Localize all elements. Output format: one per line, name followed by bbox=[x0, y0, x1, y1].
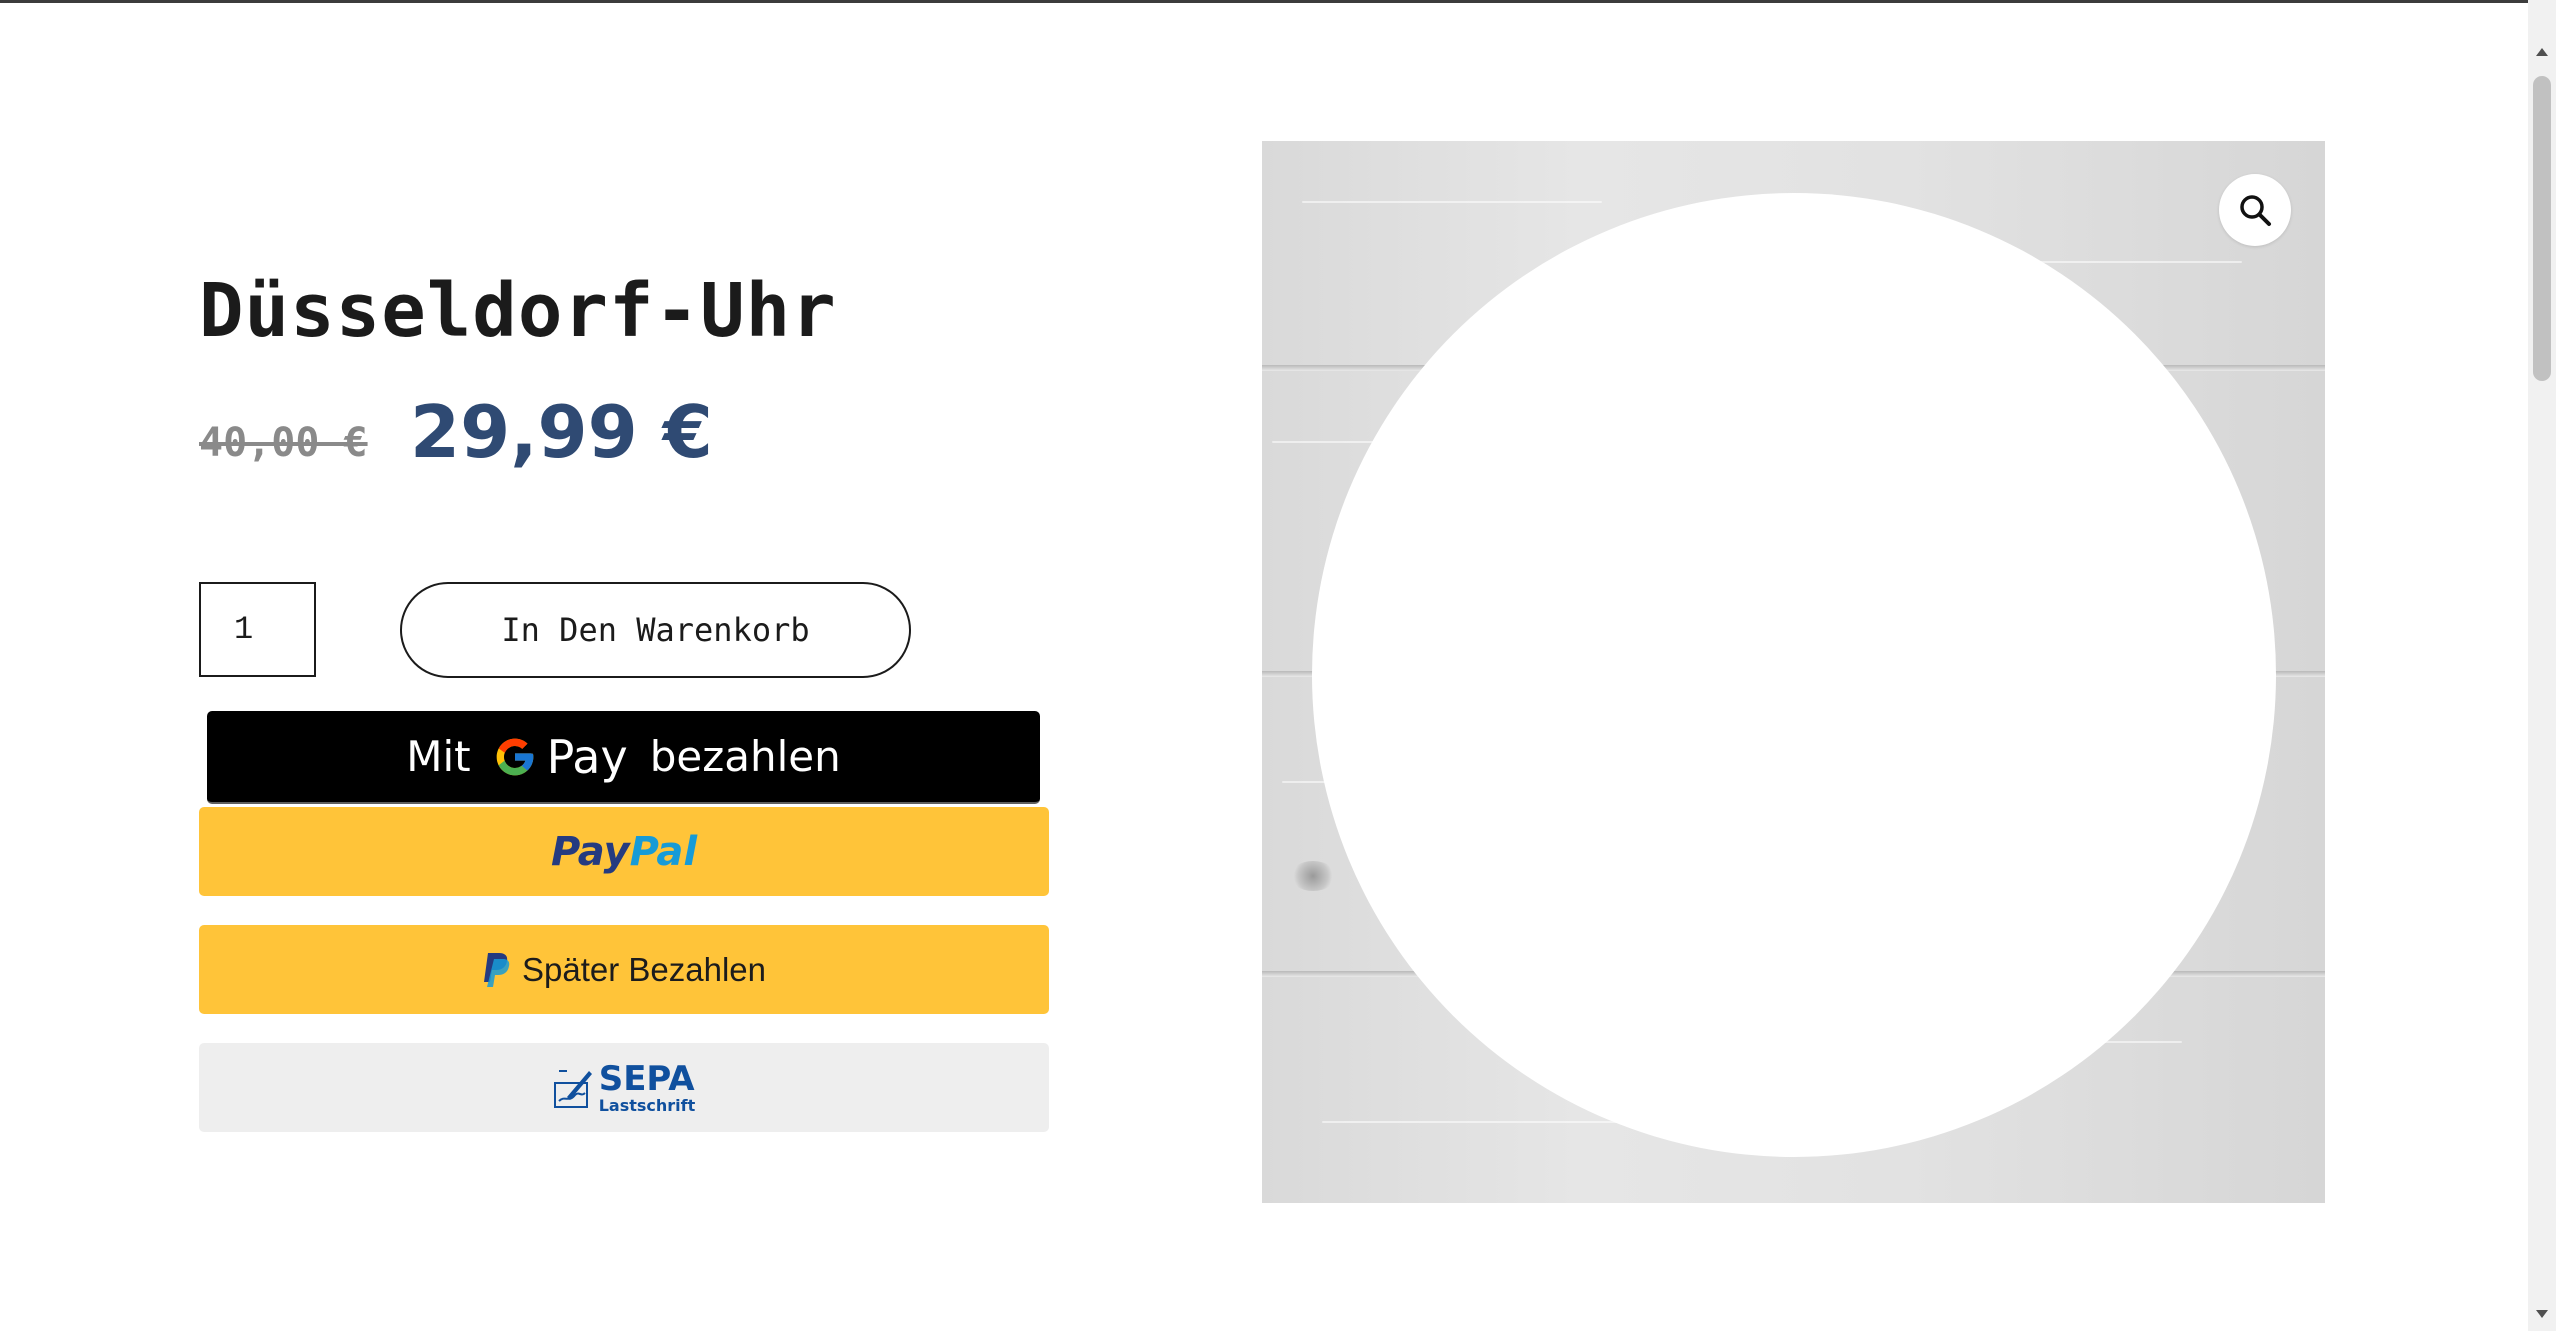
sepa-signature-icon bbox=[553, 1069, 592, 1108]
paypal-pay-later-button[interactable]: Später Bezahlen bbox=[199, 925, 1049, 1014]
google-pay-button[interactable]: Mit Pay bezahlen bbox=[207, 711, 1040, 804]
old-price: 40,00 € bbox=[199, 420, 368, 466]
sale-price: 29,99 € bbox=[410, 390, 713, 474]
sepa-direct-debit-button[interactable]: SEPA Lastschrift bbox=[199, 1043, 1049, 1132]
sepa-title: SEPA bbox=[598, 1058, 695, 1099]
sepa-subtitle: Lastschrift bbox=[598, 1095, 696, 1115]
scrollbar-thumb[interactable] bbox=[2533, 76, 2551, 381]
page-scrollbar[interactable] bbox=[2528, 0, 2556, 1331]
paypal-button[interactable]: PayPal bbox=[199, 807, 1049, 896]
wood-grain bbox=[1302, 201, 1602, 203]
scroll-down-icon[interactable] bbox=[2528, 1300, 2556, 1328]
add-to-cart-button[interactable]: In Den Warenkorb bbox=[400, 582, 911, 678]
product-image[interactable] bbox=[1262, 141, 2325, 1203]
quantity-input[interactable] bbox=[199, 582, 316, 677]
magnifier-icon bbox=[2240, 195, 2271, 226]
gpay-suffix: bezahlen bbox=[649, 732, 841, 781]
window-top-border bbox=[0, 0, 2528, 3]
paypal-p-icon bbox=[483, 952, 510, 987]
google-g-icon bbox=[496, 738, 533, 775]
gpay-pay-word: Pay bbox=[546, 729, 628, 784]
gpay-prefix: Mit bbox=[406, 732, 471, 781]
scroll-up-icon[interactable] bbox=[2528, 38, 2556, 66]
clock-face bbox=[1312, 193, 2276, 1157]
wood-knot bbox=[1290, 861, 1336, 891]
pay-later-label: Später Bezahlen bbox=[521, 950, 766, 988]
paypal-logo-pal: Pal bbox=[629, 828, 698, 875]
paypal-logo-pay: Pay bbox=[550, 828, 630, 875]
product-title: Düsseldorf-Uhr bbox=[199, 268, 837, 354]
paypal-logo: PayPal bbox=[551, 829, 697, 875]
zoom-button[interactable] bbox=[2219, 174, 2291, 246]
